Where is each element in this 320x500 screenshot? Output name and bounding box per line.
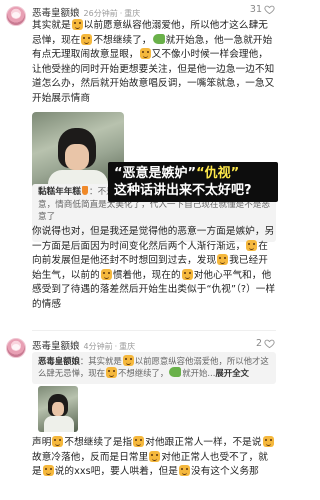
username[interactable]: 恶毒皇额娘 <box>32 341 80 352</box>
emoji-icon <box>246 239 258 251</box>
crocodile-emoji-icon <box>169 367 182 377</box>
like-count: 31 <box>249 4 262 15</box>
emoji-icon <box>106 367 117 378</box>
crocodile-emoji-icon <box>152 33 165 44</box>
comment-location: 重庆 <box>119 342 136 351</box>
comment-time: 4分钟前 <box>83 342 113 351</box>
heart-icon <box>264 5 275 15</box>
caption-highlight: “仇视” <box>196 166 240 181</box>
divider <box>32 330 276 331</box>
carrot-emoji-icon <box>81 186 88 195</box>
quoted-reply-text: 恶毒皇额娘：其实就是 以前愿意纵容他溺爱他，所以他才这么肆无忌惮，现在 不想继续了，… <box>38 355 269 378</box>
emoji-icon <box>217 254 229 265</box>
emoji-icon <box>149 450 161 462</box>
emoji-icon <box>100 268 112 280</box>
like-button[interactable]: 2 <box>256 338 275 349</box>
emoji-icon <box>42 465 54 476</box>
comment-image[interactable] <box>38 386 78 432</box>
emoji-icon <box>122 355 134 366</box>
comment-header: 恶毒皇额娘 26分钟前 · 重庆 <box>32 8 141 19</box>
emoji-icon <box>71 19 83 30</box>
quoted-username: 黏糕年年糕 <box>38 187 81 197</box>
comment-time: 26分钟前 <box>83 9 118 18</box>
comment-text: 声明 不想继续了是指 对他跟正常人一样，不是说故意冷落他，反而是日常里 对他正常人也受… <box>32 436 276 480</box>
emoji-icon <box>262 436 274 447</box>
reply-text: 你说得也对，但是我还是觉得他的恶意一方面是嫉妒，另一方面是后面因为时间变化然后两… <box>32 226 276 310</box>
heart-icon <box>264 339 275 349</box>
comment-location: 重庆 <box>124 9 141 18</box>
emoji-icon <box>181 268 193 280</box>
meme-caption: “恶意是嫉妒”“仇视” 这种话讲出来不太好吧? <box>108 162 278 202</box>
avatar[interactable] <box>6 338 26 358</box>
avatar[interactable] <box>6 6 26 26</box>
like-count: 2 <box>255 338 262 349</box>
emoji-icon <box>139 48 151 59</box>
comment-header: 恶毒皇额娘 4分钟前 · 重庆 <box>32 341 136 352</box>
emoji-icon <box>133 436 145 447</box>
username[interactable]: 恶毒皇额娘 <box>32 8 80 19</box>
expand-full-text-link[interactable]: 展开全文 <box>215 368 249 378</box>
emoji-icon <box>179 465 190 476</box>
quoted-username: 恶毒皇额娘 <box>38 356 80 366</box>
emoji-icon <box>52 436 64 447</box>
emoji-icon <box>81 33 93 45</box>
comment-text: 其实就是 以前愿意纵容他溺爱他，所以他才这么肆无忌惮，现在 不想继续了， 就开始急，他… <box>32 19 275 104</box>
like-button[interactable]: 31 <box>250 4 275 15</box>
